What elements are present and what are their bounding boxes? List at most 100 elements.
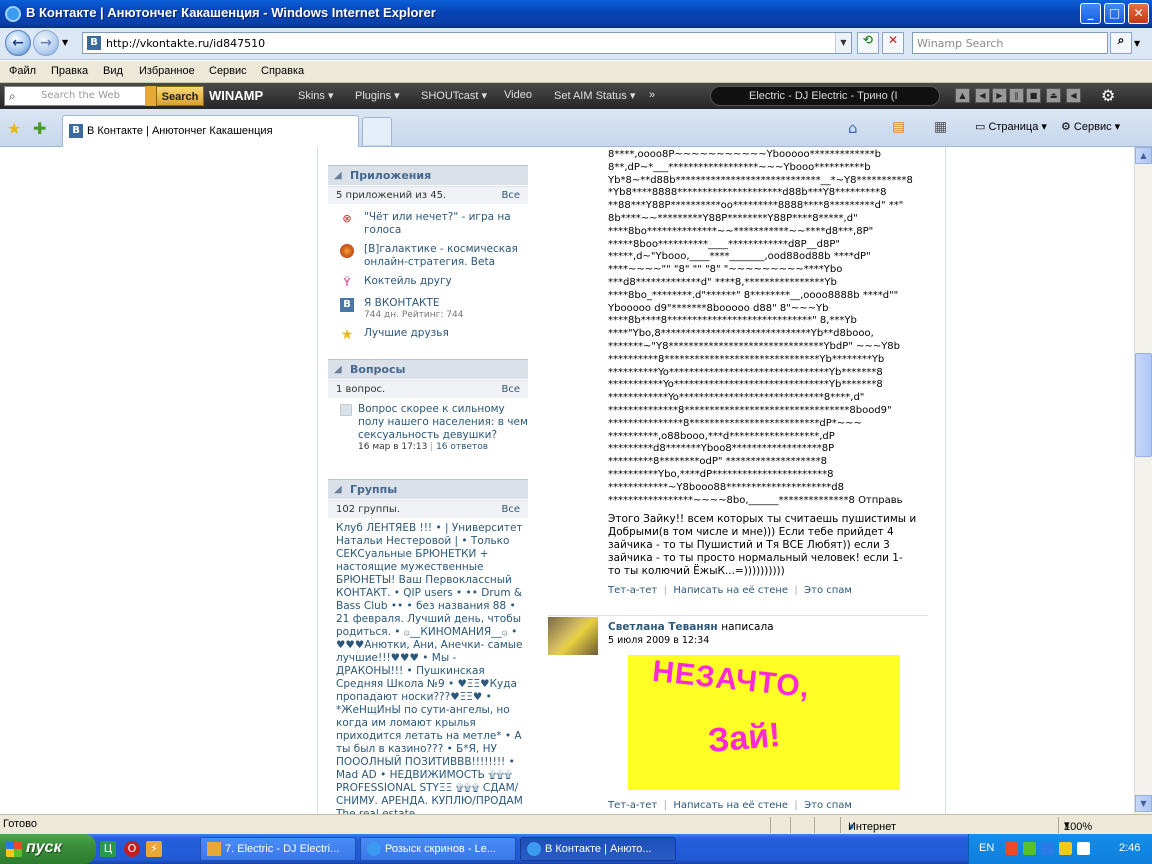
winamp-logo[interactable]: WINAMP	[209, 88, 263, 103]
winamp-web-search-input[interactable]: ⌕ Search the Web	[4, 86, 157, 106]
gear-icon[interactable]: ⚙	[1101, 86, 1115, 105]
page-menu[interactable]: ▭ Страница ▾	[975, 120, 1047, 133]
ie-logo-icon	[5, 6, 21, 22]
menu-edit[interactable]: Правка	[51, 65, 88, 77]
history-dropdown-icon[interactable]: ▼	[62, 38, 68, 47]
winamp-video-menu[interactable]: Video	[504, 89, 532, 101]
tete-a-tete-link[interactable]: Тет-а-тет	[608, 800, 657, 811]
eject-icon[interactable]: ▲	[955, 88, 970, 103]
start-button[interactable]: пуск	[0, 834, 96, 864]
tete-a-tete-link[interactable]: Тет-а-тет	[608, 585, 657, 596]
scroll-up-icon[interactable]: ▲	[1135, 147, 1152, 164]
apps-count-bar: 5 приложений из 45. Все	[328, 186, 528, 204]
tray-app-icon[interactable]	[1023, 842, 1036, 855]
report-spam-link[interactable]: Это спам	[804, 800, 852, 811]
rss-feed-icon[interactable]: ▤	[892, 119, 905, 135]
taskbar-ie-window[interactable]: Розыск скринов - Le...	[360, 837, 516, 861]
tray-app-icon[interactable]	[1077, 842, 1090, 855]
previous-track-icon[interactable]: ◀	[975, 88, 990, 103]
report-spam-link[interactable]: Это спам	[804, 585, 852, 596]
graffiti-image[interactable]: НЕЗАЧТО, Зай!	[628, 655, 900, 790]
stop-icon[interactable]: ■	[1026, 88, 1041, 103]
post-author: Светлана Теванян написала	[608, 621, 774, 633]
tray-app-icon[interactable]	[1041, 842, 1054, 855]
questions-section-header[interactable]: ◢ Вопросы	[328, 359, 528, 379]
minimize-button[interactable]: _	[1080, 3, 1101, 24]
quicklaunch-app-icon[interactable]: Ц	[100, 841, 116, 857]
page-viewport: ◢ Приложения 5 приложений из 45. Все ⊗ "…	[0, 147, 1134, 814]
apps-section-header[interactable]: ◢ Приложения	[328, 165, 528, 185]
winamp-more-menu[interactable]: »	[649, 89, 655, 101]
winamp-search-input[interactable]: Winamp Search	[912, 32, 1108, 54]
planet-icon	[340, 244, 354, 258]
tools-menu[interactable]: ⚙ Сервис ▾	[1061, 120, 1120, 133]
winamp-shoutcast-menu[interactable]: SHOUTcast ▾	[421, 89, 487, 102]
app-item[interactable]: Ÿ Коктейль другу	[340, 275, 530, 291]
refresh-button[interactable]: ⟲	[857, 32, 879, 54]
window-titlebar[interactable]: В Контакте | Анютончег Какашенция - Wind…	[0, 0, 1152, 28]
address-dropdown-icon[interactable]: ▼	[835, 33, 851, 53]
tray-app-icon[interactable]	[1059, 842, 1072, 855]
write-on-wall-link[interactable]: Написать на её стене	[673, 800, 788, 811]
new-tab-button[interactable]	[362, 117, 392, 145]
tab-vkontakte[interactable]: B В Контакте | Анютончег Какашенция	[62, 115, 359, 147]
winamp-now-playing[interactable]: Electric - DJ Electric - Трино (I	[710, 86, 940, 106]
site-favicon-icon: B	[69, 124, 83, 138]
back-button[interactable]: ←	[5, 30, 31, 56]
question-link[interactable]: Вопрос скорее к сильному полу нашего нас…	[358, 403, 528, 442]
search-options-icon[interactable]: ▼	[1134, 39, 1140, 48]
scroll-down-icon[interactable]: ▼	[1135, 795, 1152, 812]
zoom-level[interactable]: ⌕ 100% ▾	[1064, 818, 1092, 833]
pause-icon[interactable]: ∥	[1009, 88, 1024, 103]
app-item[interactable]: ⊗ "Чёт или нечет?" - игра на голоса	[340, 211, 530, 239]
address-bar[interactable]: B http://vkontakte.ru/id847510 ▼	[82, 32, 852, 54]
cocktail-icon: Ÿ	[343, 276, 351, 289]
menu-help[interactable]: Справка	[261, 65, 304, 77]
quicklaunch-winamp-icon[interactable]: ⚡	[146, 841, 162, 857]
winamp-plugins-menu[interactable]: Plugins ▾	[355, 89, 400, 102]
author-avatar[interactable]	[548, 617, 598, 655]
play-icon[interactable]: ▶	[992, 88, 1007, 103]
menu-view[interactable]: Вид	[103, 65, 123, 77]
favorites-star-icon[interactable]: ★	[7, 119, 21, 138]
app-item[interactable]: B Я ВКОНТАКТЕ 744 дн. Рейтинг: 744	[340, 297, 530, 323]
winamp-aim-status-menu[interactable]: Set AIM Status ▾	[554, 89, 635, 102]
search-icon[interactable]: ⌕	[1110, 32, 1132, 54]
taskbar-winamp[interactable]: 7. Electric - DJ Electri...	[200, 837, 356, 861]
app-item[interactable]: ★ Лучшие друзья	[340, 327, 530, 343]
winamp-skins-menu[interactable]: Skins ▾	[298, 89, 333, 102]
language-indicator[interactable]: EN	[979, 842, 994, 854]
winamp-search-button[interactable]: Search	[156, 86, 204, 106]
add-favorite-icon[interactable]: ✚	[33, 119, 46, 138]
site-favicon-icon: B	[87, 36, 101, 50]
forward-button[interactable]: →	[33, 30, 59, 56]
stop-button[interactable]: ✕	[882, 32, 904, 54]
app-item[interactable]: [В]галактике - космическая онлайн-страте…	[340, 243, 530, 271]
menu-tools[interactable]: Сервис	[209, 65, 247, 77]
menu-file[interactable]: Файл	[9, 65, 36, 77]
open-icon[interactable]: ⏏	[1046, 88, 1061, 103]
groups-all-link[interactable]: Все	[501, 504, 520, 515]
collapse-arrow-icon: ◢	[334, 364, 342, 375]
winamp-toolbar: ⌕ Search the Web Search WINAMP Skins ▾ P…	[0, 83, 1152, 109]
maximize-button[interactable]: □	[1104, 3, 1125, 24]
question-answers-link[interactable]: 16 ответов	[436, 442, 488, 452]
volume-icon[interactable]: ◀	[1066, 88, 1081, 103]
groups-section-header[interactable]: ◢ Группы	[328, 479, 528, 499]
print-icon[interactable]: ▦	[934, 119, 947, 135]
home-icon[interactable]: ⌂	[848, 119, 858, 137]
write-on-wall-link[interactable]: Написать на её стене	[673, 585, 788, 596]
groups-list[interactable]: Клуб ЛЕНТЯЕВ !!! • | Университет Натальи…	[336, 522, 526, 814]
vertical-scrollbar[interactable]: ▲ ▼	[1134, 147, 1152, 814]
taskbar-ie-vkontakte[interactable]: В Контакте | Анюто...	[520, 837, 676, 861]
menu-favorites[interactable]: Избранное	[139, 65, 195, 77]
questions-all-link[interactable]: Все	[501, 384, 520, 395]
apps-all-link[interactable]: Все	[501, 190, 520, 201]
scroll-thumb[interactable]	[1135, 353, 1152, 457]
quicklaunch-opera-icon[interactable]: O	[124, 841, 140, 857]
clock[interactable]: 2:46	[1119, 842, 1140, 854]
wall-post-text: Этого Зайку!! всем которых ты считаешь п…	[608, 513, 917, 577]
close-button[interactable]: ✕	[1128, 3, 1149, 24]
tray-app-icon[interactable]	[1005, 842, 1018, 855]
author-link[interactable]: Светлана Теванян	[608, 621, 718, 633]
